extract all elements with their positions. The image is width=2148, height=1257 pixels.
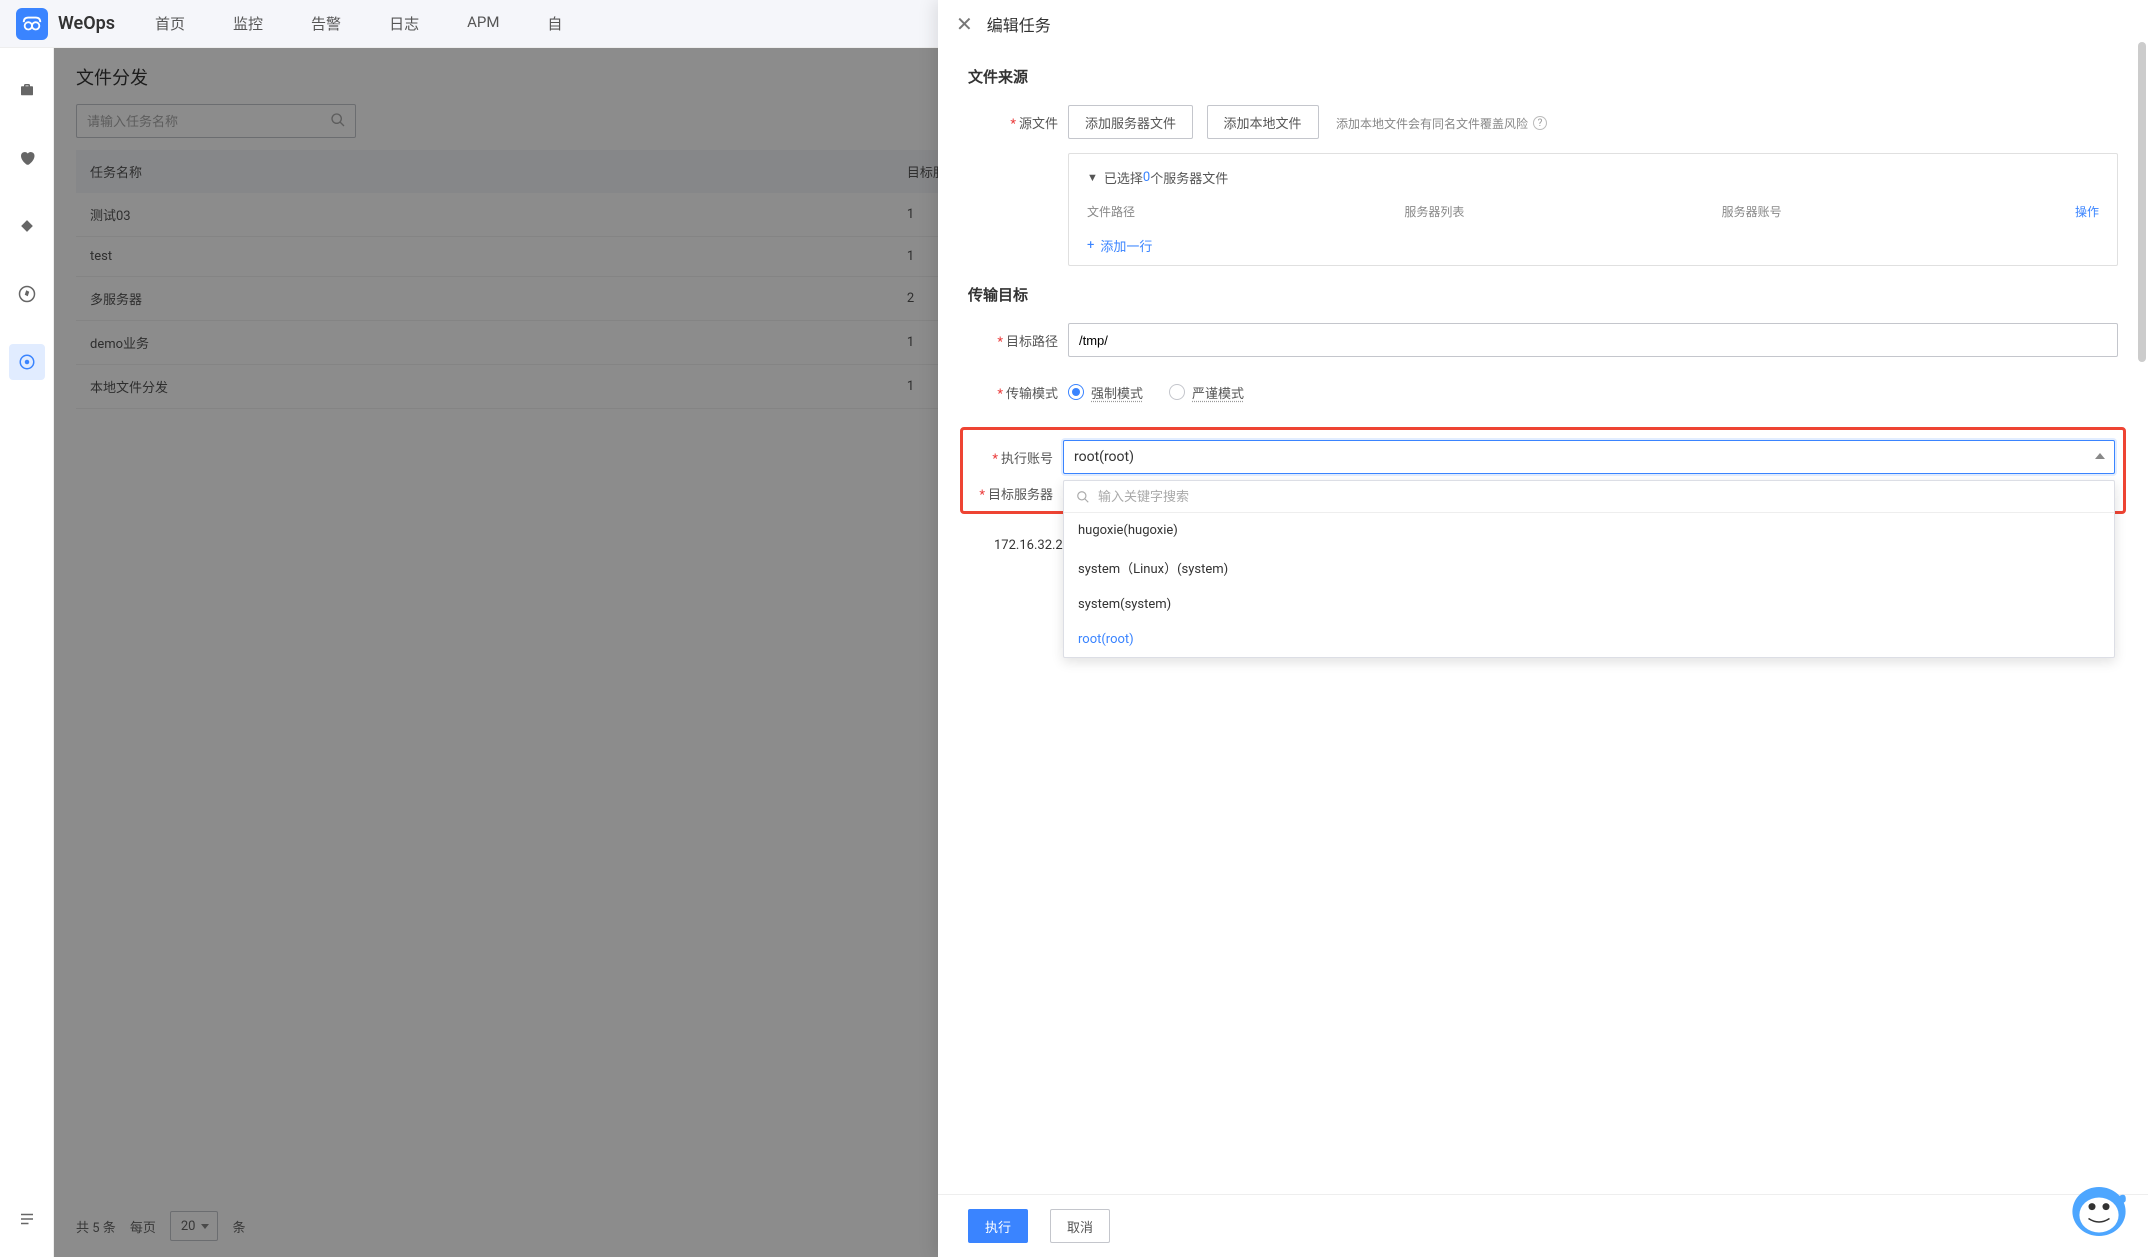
target-path-input[interactable] [1068, 323, 2118, 357]
search-icon [1076, 490, 1090, 504]
drawer: ✕ 编辑任务 文件来源 *源文件 添加服务器文件 添加本地文件 添加本地文件会有… [938, 0, 2148, 1257]
plus-icon: + [1087, 238, 1094, 253]
add-local-file-button[interactable]: 添加本地文件 [1207, 105, 1319, 139]
drawer-title: 编辑任务 [987, 12, 1051, 36]
radio-checked-icon [1068, 384, 1084, 400]
collapse-icon [18, 1210, 36, 1228]
account-option[interactable]: hugoxie(hugoxie) [1064, 513, 2114, 548]
target-icon [18, 353, 36, 371]
chevron-down-icon: ▼ [1087, 171, 1098, 184]
sidebar-item-5[interactable] [9, 344, 45, 380]
mode-force-radio[interactable]: 强制模式 [1068, 383, 1143, 402]
compass-icon [18, 285, 36, 303]
brand-text: WeOps [58, 13, 115, 34]
nav-items: 首页 监控 告警 日志 APM 自 [155, 13, 562, 34]
account-dropdown: hugoxie(hugoxie) system（Linux）(system) s… [1063, 480, 2115, 658]
brand-icon [16, 8, 48, 40]
selected-panel: ▼ 已选择 0 个服务器文件 文件路径 服务器列表 服务器账号 操作 + 添加一… [1068, 153, 2118, 266]
sidebar [0, 48, 54, 1257]
mascot-icon[interactable] [2064, 1173, 2134, 1243]
diamond-icon [20, 219, 34, 233]
nav-alarm[interactable]: 告警 [311, 13, 341, 34]
account-option[interactable]: system(system) [1064, 587, 2114, 622]
section-target: 传输目标 [968, 284, 2118, 305]
nav-apm[interactable]: APM [467, 13, 499, 34]
sidebar-item-1[interactable] [9, 72, 45, 108]
mode-strict-radio[interactable]: 严谨模式 [1169, 383, 1244, 402]
nav-monitor[interactable]: 监控 [233, 13, 263, 34]
cancel-button[interactable]: 取消 [1050, 1209, 1110, 1243]
highlighted-region: *执行账号 root(root) hugoxie(hugoxie) [960, 427, 2126, 514]
selected-header[interactable]: ▼ 已选择 0 个服务器文件 [1087, 168, 2099, 187]
section-source: 文件来源 [968, 66, 2118, 87]
radio-unchecked-icon [1169, 384, 1185, 400]
heart-icon [18, 149, 36, 167]
sidebar-collapse[interactable] [9, 1201, 45, 1237]
nav-log[interactable]: 日志 [389, 13, 419, 34]
sidebar-item-2[interactable] [9, 140, 45, 176]
add-row-link[interactable]: + 添加一行 [1087, 236, 1152, 255]
nav-more[interactable]: 自 [547, 13, 562, 34]
account-option[interactable]: system（Linux）(system) [1064, 548, 2114, 587]
account-select[interactable]: root(root) [1063, 440, 2115, 474]
briefcase-icon [18, 81, 36, 99]
account-option-selected[interactable]: root(root) [1064, 622, 2114, 657]
chevron-up-icon [2095, 453, 2105, 459]
sidebar-item-3[interactable] [9, 208, 45, 244]
add-server-file-button[interactable]: 添加服务器文件 [1068, 105, 1193, 139]
nav-home[interactable]: 首页 [155, 13, 185, 34]
overwrite-hint: 添加本地文件会有同名文件覆盖风险 ? [1336, 115, 1547, 132]
account-search-input[interactable] [1098, 489, 2102, 504]
close-icon[interactable]: ✕ [956, 12, 973, 36]
scrollbar[interactable] [2138, 42, 2146, 362]
execute-button[interactable]: 执行 [968, 1209, 1028, 1243]
help-icon[interactable]: ? [1533, 116, 1547, 130]
brand: WeOps [16, 8, 115, 40]
sidebar-item-4[interactable] [9, 276, 45, 312]
